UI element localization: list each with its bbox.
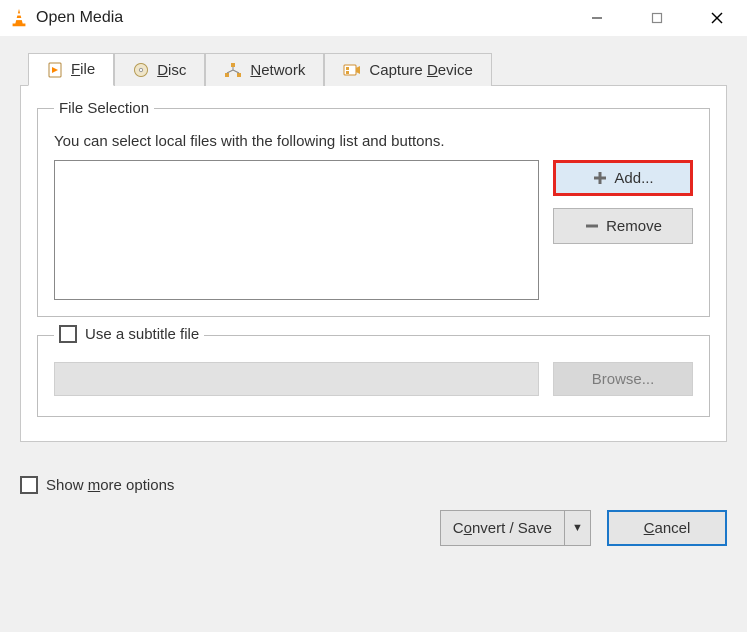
- titlebar: Open Media: [0, 0, 747, 36]
- file-selection-legend: File Selection: [54, 100, 154, 117]
- convert-save-main[interactable]: Convert / Save: [440, 510, 565, 546]
- tab-file-label: File: [71, 61, 95, 78]
- file-list[interactable]: [54, 160, 539, 300]
- vlc-cone-icon: [8, 7, 30, 29]
- tab-file[interactable]: File: [28, 53, 114, 86]
- chevron-down-icon: ▼: [572, 522, 583, 534]
- show-more-options-label: Show more options: [46, 477, 174, 494]
- network-icon: [224, 62, 242, 78]
- disc-icon: [133, 62, 149, 78]
- window-title: Open Media: [36, 9, 123, 27]
- tab-pane-file: File Selection You can select local file…: [20, 85, 727, 442]
- capture-icon: [343, 62, 361, 78]
- close-button[interactable]: [687, 0, 747, 36]
- subtitle-checkbox[interactable]: [59, 325, 77, 343]
- subtitle-group: Use a subtitle file Browse...: [37, 335, 710, 417]
- remove-button-label: Remove: [606, 218, 662, 235]
- minus-icon: [584, 218, 600, 234]
- file-icon: [47, 62, 63, 78]
- add-button-label: Add...: [614, 170, 653, 187]
- subtitle-browse-button: Browse...: [553, 362, 693, 396]
- minimize-button[interactable]: [567, 0, 627, 36]
- tab-bar: File Disc Network Capture Device: [20, 53, 727, 86]
- tab-capture-label: Capture Device: [369, 62, 472, 79]
- add-button[interactable]: Add...: [553, 160, 693, 196]
- maximize-button[interactable]: [627, 0, 687, 36]
- tab-disc-label: Disc: [157, 62, 186, 79]
- subtitle-checkbox-label: Use a subtitle file: [85, 326, 199, 343]
- show-more-options-checkbox[interactable]: [20, 476, 38, 494]
- remove-button[interactable]: Remove: [553, 208, 693, 244]
- cancel-button[interactable]: Cancel: [607, 510, 727, 546]
- tab-network-label: Network: [250, 62, 305, 79]
- tab-network[interactable]: Network: [205, 53, 324, 86]
- window-controls: [567, 0, 747, 36]
- subtitle-path-field: [54, 362, 539, 396]
- tab-disc[interactable]: Disc: [114, 53, 205, 86]
- convert-save-dropdown[interactable]: ▼: [565, 510, 591, 546]
- tab-capture-device[interactable]: Capture Device: [324, 53, 491, 86]
- file-selection-instruction: You can select local files with the foll…: [54, 133, 693, 150]
- file-selection-group: File Selection You can select local file…: [37, 100, 710, 317]
- plus-icon: [592, 170, 608, 186]
- convert-save-button[interactable]: Convert / Save ▼: [440, 510, 591, 546]
